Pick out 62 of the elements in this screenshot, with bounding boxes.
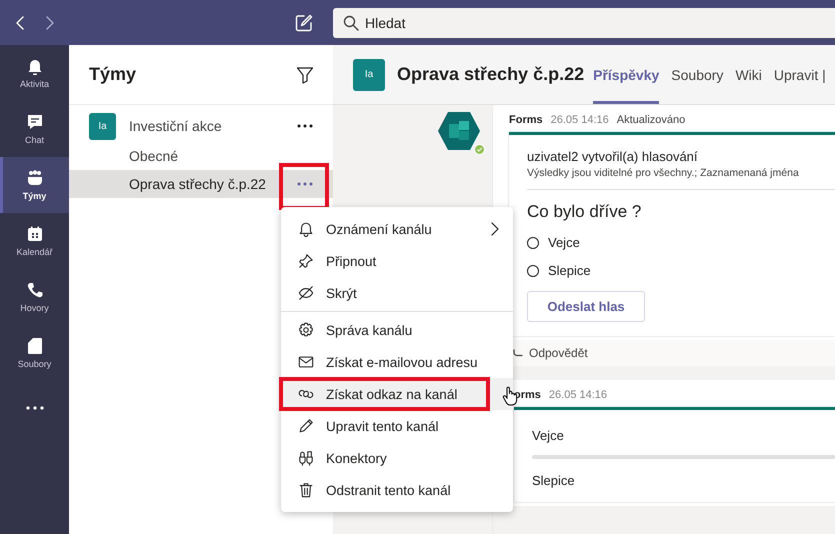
file-icon [26,337,44,355]
rail-item[interactable]: Aktivita [0,45,69,101]
trash-icon [298,481,314,499]
poll-note: Výsledky jsou viditelné pro všechny.; Zaznamenaná jména [527,167,800,179]
post-author: Forms [509,114,543,126]
post-time: 26.05 14:16 [548,388,608,400]
post-time: 26.05 14:16 [550,114,609,126]
bell-icon [26,57,44,75]
more-icon[interactable] [297,182,313,186]
reply-icon [513,349,523,357]
rail-item[interactable]: Týmy [0,157,69,213]
rail-item[interactable]: Soubory [0,325,69,381]
filter-icon[interactable] [296,66,314,84]
channel-avatar: Ia [353,58,385,90]
back-icon[interactable] [15,16,25,30]
forward-icon[interactable] [45,16,55,30]
search-field[interactable]: Hledat [333,8,835,38]
option-label: Vejce [548,235,580,250]
rail-item[interactable]: Chat [0,101,69,157]
channel-item[interactable]: Oprava střechy č.p.22 [69,170,333,198]
chat-icon [26,113,44,131]
option-label: Slepice [548,263,591,278]
team-name[interactable]: Investiční akce [129,118,295,134]
menu-item[interactable]: Odstranit tento kanál [281,474,513,506]
more-icon [26,406,44,410]
plug-icon [298,449,314,467]
team-avatar: Ia [89,112,116,140]
radio-button[interactable] [527,236,539,248]
tab[interactable]: Wiki [735,45,762,104]
settings-icon [298,321,314,339]
channel-item[interactable]: Obecné [69,142,333,170]
calendar-icon [26,225,44,243]
tab[interactable]: Upravit | [774,45,826,104]
bell-icon [298,220,314,238]
submit-vote-button[interactable]: Odeslat hlas [527,291,645,322]
forms-app-icon [437,111,481,151]
channel-title: Oprava střechy č.p.22 [397,64,584,85]
chevron-right-icon [491,222,499,236]
tab[interactable]: Soubory [671,45,724,104]
eye-slash-icon [298,284,314,302]
result-label: Vejce [532,428,565,443]
panel-title: Týmy [89,64,136,85]
menu-item[interactable]: Připnout [281,245,513,277]
result-label: Slepice [532,473,576,488]
menu-item[interactable]: Konektory [281,442,513,474]
compose-icon[interactable] [295,14,313,32]
search-icon [343,14,359,30]
pencil-icon [298,417,314,435]
menu-item[interactable]: Skrýt [281,277,513,309]
phone-icon [26,281,44,299]
teams-icon [26,169,44,187]
more-icon [297,124,313,128]
menu-item[interactable]: Oznámení kanálu [281,213,513,245]
poll-question: Co bylo dříve ? [527,202,642,222]
rail-item[interactable]: Kalendář [0,213,69,269]
poll-creator: uzivatel2 vytvořil(a) hlasování [527,149,699,164]
radio-button[interactable] [527,264,539,276]
pin-icon [298,252,314,270]
status-check-icon [474,144,485,155]
menu-item[interactable]: Upravit tento kanál [281,410,513,442]
post-status: Aktualizováno [616,114,686,126]
rail-item[interactable]: Hovory [0,269,69,325]
